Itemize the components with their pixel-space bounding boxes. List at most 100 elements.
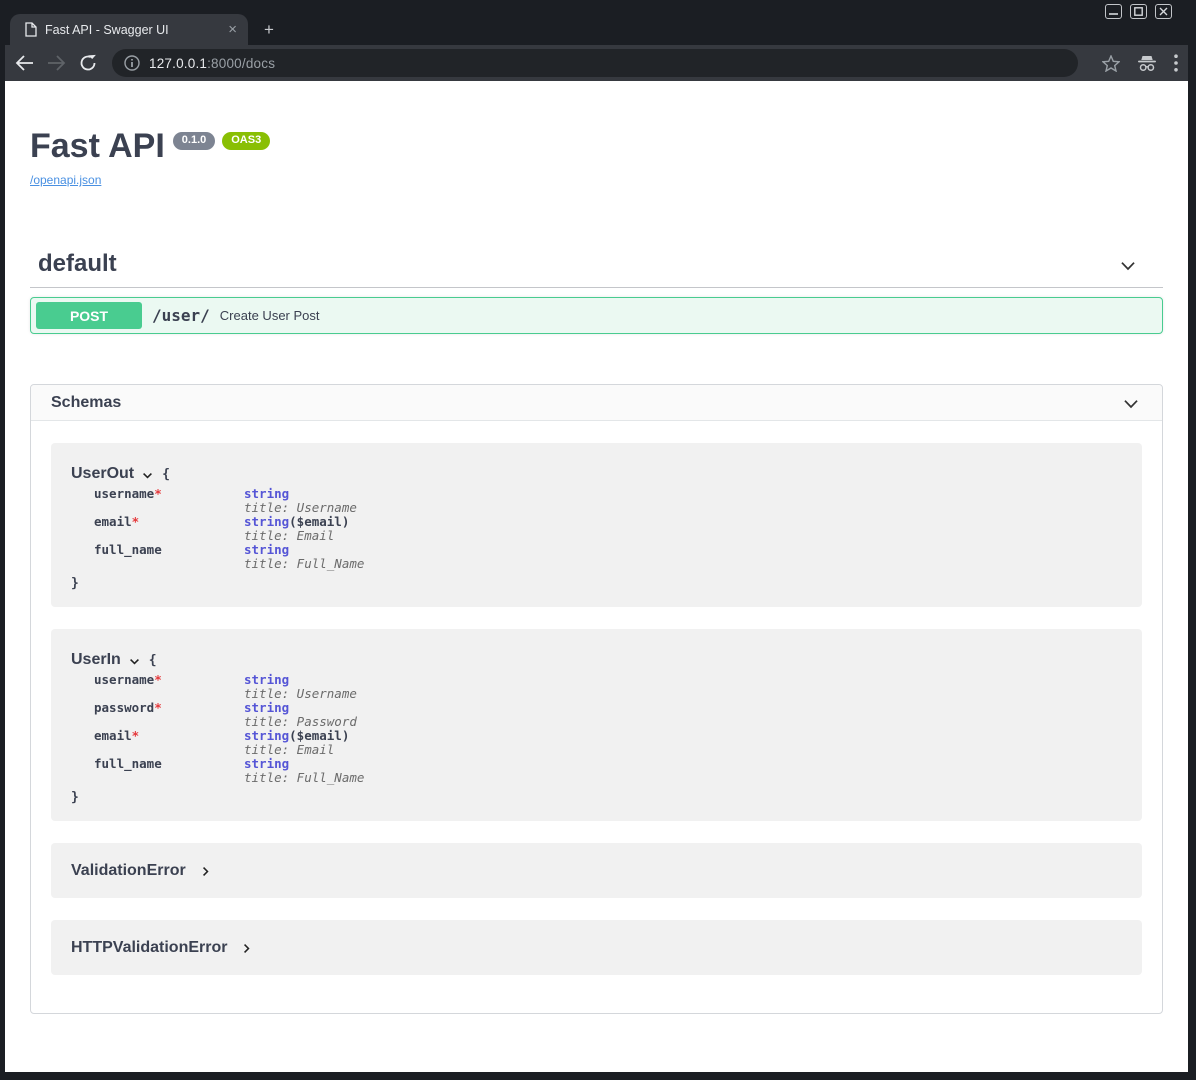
property-name: email* [94, 515, 244, 543]
required-star: * [154, 486, 162, 501]
model-properties: username* string title: Username passwor… [94, 673, 1122, 785]
chevron-right-icon[interactable] [240, 942, 253, 955]
model-name: HTTPValidationError [71, 939, 227, 957]
open-brace: { [149, 653, 157, 668]
url-path: :8000/docs [207, 56, 275, 71]
property-name: email* [94, 729, 244, 757]
maximize-button[interactable] [1130, 4, 1147, 19]
schemas-section: Schemas UserOut { [30, 384, 1163, 1014]
model-title-row[interactable]: UserOut { [71, 465, 1122, 483]
property-title: title: Email [244, 529, 349, 543]
property-description: string($email) title: Email [244, 729, 349, 757]
tag-name: default [38, 250, 117, 277]
property-format: ($email) [289, 728, 349, 743]
property-description: string title: Username [244, 487, 357, 515]
property-description: string($email) title: Email [244, 515, 349, 543]
schemas-header[interactable]: Schemas [31, 385, 1162, 421]
property-name: full_name [94, 543, 244, 571]
swagger-page: Fast API 0.1.0 OAS3 /openapi.json defaul… [5, 81, 1188, 1072]
schema-property-row: username* string title: Username [94, 673, 1122, 701]
property-title: title: Full_Name [244, 771, 364, 785]
model-name: UserOut [71, 465, 134, 483]
model-title-row[interactable]: UserIn { [71, 651, 1122, 669]
tab-title: Fast API - Swagger UI [45, 23, 225, 37]
chevron-down-icon[interactable] [128, 655, 141, 668]
schema-model-collapsed[interactable]: ValidationError [51, 843, 1142, 898]
property-title: title: Full_Name [244, 557, 364, 571]
property-format: ($email) [289, 514, 349, 529]
schema-property-row: email* string($email) title: Email [94, 515, 1122, 543]
property-type: string [244, 514, 289, 529]
browser-window: Fast API - Swagger UI × + 127.0.0.1 [5, 0, 1188, 1072]
schema-model-userin: UserIn { username* string title: Usernam… [51, 629, 1142, 821]
api-info-header: Fast API 0.1.0 OAS3 [30, 128, 1163, 164]
new-tab-button[interactable]: + [257, 18, 281, 42]
api-title: Fast API [30, 128, 165, 164]
close-window-button[interactable] [1155, 4, 1172, 19]
required-star: * [132, 728, 140, 743]
property-type: string [244, 672, 289, 687]
menu-dots-icon[interactable] [1174, 54, 1178, 72]
url-text: 127.0.0.1:8000/docs [149, 56, 275, 71]
tab-strip: Fast API - Swagger UI × + [5, 14, 1188, 45]
property-title: title: Username [244, 687, 357, 701]
model-name: UserIn [71, 651, 121, 669]
open-brace: { [162, 467, 170, 482]
schema-model-userout: UserOut { username* string title: Userna… [51, 443, 1142, 607]
required-star: * [154, 672, 162, 687]
oas3-badge: OAS3 [222, 132, 270, 150]
version-badge: 0.1.0 [173, 132, 215, 150]
reload-icon[interactable] [79, 54, 97, 72]
window-controls [1105, 4, 1172, 19]
chevron-down-icon[interactable] [1120, 393, 1142, 415]
chevron-right-icon[interactable] [199, 865, 212, 878]
property-type: string [244, 700, 289, 715]
property-name: username* [94, 673, 244, 701]
chevron-down-icon[interactable] [141, 469, 154, 482]
property-type: string [244, 486, 289, 501]
property-title: title: Username [244, 501, 357, 515]
property-description: string title: Full_Name [244, 757, 364, 785]
property-type: string [244, 542, 289, 557]
back-icon[interactable] [15, 55, 34, 71]
schema-property-row: email* string($email) title: Email [94, 729, 1122, 757]
schemas-heading: Schemas [51, 394, 121, 412]
forward-icon[interactable] [47, 55, 66, 71]
property-name: full_name [94, 757, 244, 785]
property-description: string title: Full_Name [244, 543, 364, 571]
minimize-button[interactable] [1105, 4, 1122, 19]
site-info-icon[interactable] [124, 55, 140, 71]
operation-post-user[interactable]: POST /user/ Create User Post [30, 297, 1163, 334]
close-brace: } [71, 789, 1122, 807]
property-description: string title: Password [244, 701, 357, 729]
schema-model-collapsed[interactable]: HTTPValidationError [51, 920, 1142, 975]
required-star: * [154, 700, 162, 715]
schema-property-row: full_name string title: Full_Name [94, 543, 1122, 571]
close-brace: } [71, 575, 1122, 593]
post-method-button[interactable]: POST [36, 302, 142, 329]
chevron-down-icon[interactable] [1117, 255, 1139, 277]
property-name: username* [94, 487, 244, 515]
schemas-body: UserOut { username* string title: Userna… [31, 421, 1162, 1013]
url-host: 127.0.0.1 [149, 56, 207, 71]
tab-close-icon[interactable]: × [225, 22, 240, 37]
tag-section-default[interactable]: default [30, 246, 1163, 288]
browser-toolbar: 127.0.0.1:8000/docs [5, 45, 1188, 81]
operation-summary: Create User Post [220, 308, 320, 323]
property-description: string title: Username [244, 673, 357, 701]
url-bar[interactable]: 127.0.0.1:8000/docs [112, 49, 1078, 77]
bookmark-star-icon[interactable] [1102, 55, 1120, 72]
page-favicon-icon [25, 22, 37, 37]
property-name: password* [94, 701, 244, 729]
tab-fast-api[interactable]: Fast API - Swagger UI × [10, 14, 248, 45]
property-title: title: Password [244, 715, 357, 729]
operation-path: /user/ [152, 306, 210, 325]
schema-property-row: password* string title: Password [94, 701, 1122, 729]
openapi-spec-link[interactable]: /openapi.json [30, 173, 101, 187]
incognito-icon [1137, 55, 1157, 72]
model-properties: username* string title: Username email* … [94, 487, 1122, 571]
property-title: title: Email [244, 743, 349, 757]
model-name: ValidationError [71, 862, 186, 880]
schema-property-row: username* string title: Username [94, 487, 1122, 515]
window-titlebar [5, 0, 1188, 14]
